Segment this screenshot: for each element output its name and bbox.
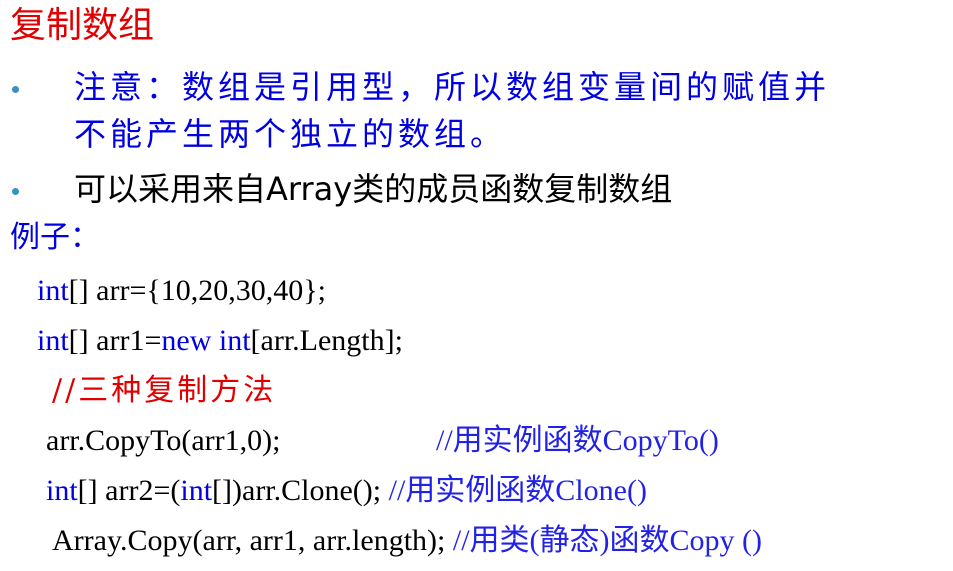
code-text: [] arr1= — [68, 324, 162, 357]
bullet-2-line-1: 可以采用来自Array类的成员函数复制数组 — [74, 170, 673, 208]
code-comment: //用类(静态)函数Copy () — [452, 524, 762, 557]
code-text: Array.Copy(arr, arr1, arr.length); — [52, 524, 453, 557]
code-line-5: int[] arr2=(int[])arr.Clone(); //用实例函数Cl… — [46, 471, 647, 511]
slide-title: 复制数组 — [10, 5, 155, 46]
keyword: int — [46, 474, 78, 507]
bullet-dot-1 — [12, 86, 19, 93]
bullet-dot-2 — [12, 188, 19, 195]
code-comment: //用实例函数Clone() — [388, 474, 647, 507]
bullet-1-line-2: 不能产生两个独立的数组。 — [74, 115, 507, 153]
code-comment: //三种复制方法 — [52, 373, 277, 408]
code-text: [])arr.Clone(); — [212, 474, 389, 507]
code-text: [] arr={10,20,30,40}; — [68, 274, 327, 307]
keyword: new — [161, 324, 212, 357]
code-text: [] arr2=( — [77, 474, 181, 507]
keyword: int — [218, 324, 251, 357]
code-line-2: int[] arr1=new int[arr.Length]; — [37, 321, 403, 361]
keyword: int — [180, 474, 213, 507]
code-line-6: Array.Copy(arr, arr1, arr.length); //用类(… — [52, 521, 762, 561]
code-comment-4: //用实例函数CopyTo() — [436, 424, 719, 457]
keyword: int — [37, 274, 69, 307]
keyword: int — [37, 324, 69, 357]
code-text: arr.CopyTo(arr1,0); — [46, 424, 281, 457]
code-line-4: arr.CopyTo(arr1,0); — [46, 421, 281, 461]
bullet-1-line-1: 注意：数组是引用型，所以数组变量间的赋值并 — [74, 68, 831, 106]
code-line-1: int[] arr={10,20,30,40}; — [37, 271, 326, 311]
example-label: 例子： — [10, 220, 100, 255]
code-line-3: //三种复制方法 — [52, 371, 276, 411]
code-text: [arr.Length]; — [250, 324, 403, 357]
slide: 复制数组 注意：数组是引用型，所以数组变量间的赋值并 不能产生两个独立的数组。 … — [0, 0, 953, 571]
